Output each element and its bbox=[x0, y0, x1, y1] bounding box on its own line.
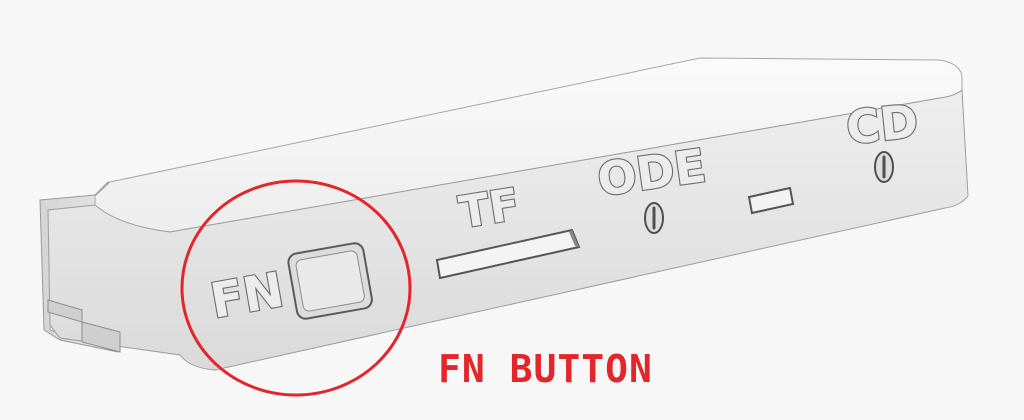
product-render: FN TF ODE CD FN BUTTON bbox=[0, 0, 1024, 420]
fn-button[interactable] bbox=[287, 242, 373, 320]
cd-label: CD bbox=[844, 94, 921, 155]
ode-indicator-light bbox=[644, 202, 664, 234]
cd-indicator-light bbox=[874, 151, 894, 183]
tf-label: TF bbox=[456, 179, 523, 239]
callout-label: FN BUTTON bbox=[438, 347, 653, 391]
